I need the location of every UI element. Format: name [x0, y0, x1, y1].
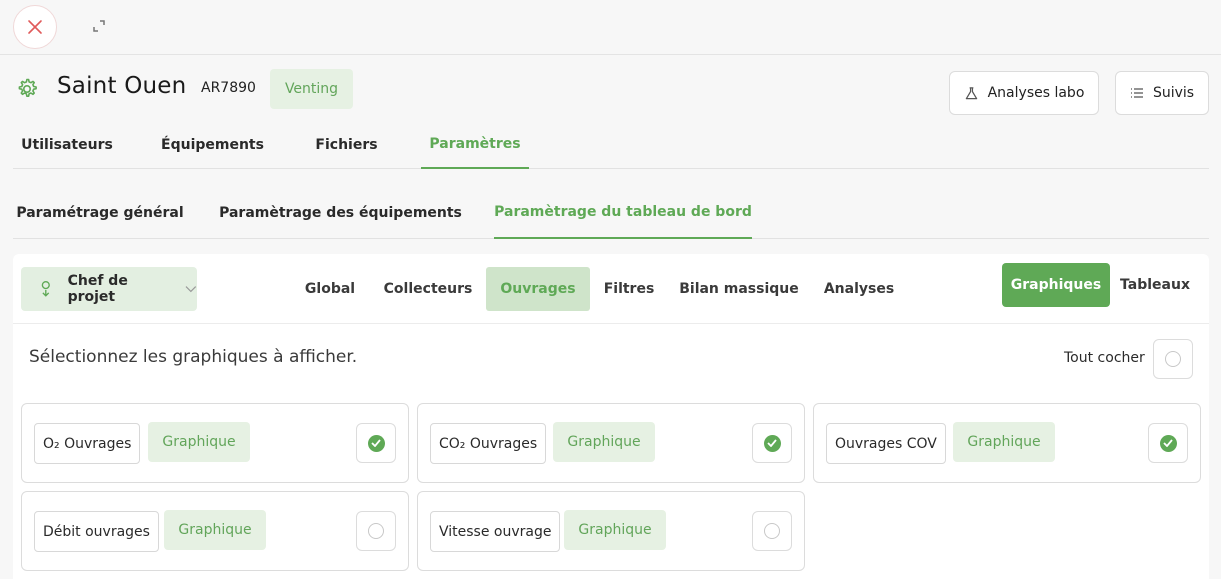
chart-option-checkbox[interactable] — [356, 511, 396, 551]
chart-option-card: O₂ Ouvrages Graphique — [21, 403, 409, 483]
chart-option-card: Débit ouvrages Graphique — [21, 491, 409, 571]
subtab-collecteurs[interactable]: Collecteurs — [376, 267, 480, 311]
tab-parametres[interactable]: Paramètres — [421, 120, 529, 169]
view-graphiques-button[interactable]: Graphiques — [1002, 263, 1110, 307]
expand-button[interactable] — [88, 15, 110, 37]
subtab-bilan-massique[interactable]: Bilan massique — [675, 267, 803, 311]
suivis-label: Suivis — [1152, 85, 1195, 101]
chart-option-label: O₂ Ouvrages — [34, 423, 141, 464]
chart-option-label: Débit ouvrages — [34, 511, 159, 552]
tab-utilisateurs[interactable]: Utilisateurs — [13, 120, 121, 169]
chart-option-checkbox[interactable] — [356, 423, 396, 463]
subtab-analyses[interactable]: Analyses — [815, 267, 903, 311]
chart-option-label: Vitesse ouvrage — [430, 511, 561, 552]
check-all-label: Tout cocher — [1064, 350, 1145, 366]
chart-type-badge: Graphique — [164, 510, 266, 550]
check-icon — [367, 434, 385, 452]
chart-option-card: CO₂ Ouvrages Graphique — [417, 403, 805, 483]
chart-type-badge: Graphique — [148, 422, 250, 462]
chart-option-label: CO₂ Ouvrages — [430, 423, 547, 464]
top-bar — [0, 0, 1221, 55]
close-button[interactable] — [13, 5, 57, 49]
chevron-down-icon — [185, 286, 197, 293]
unchecked-circle — [1165, 351, 1181, 367]
dashboard-settings-panel: Chef de projet Global Collecteurs Ouvrag… — [13, 254, 1209, 579]
analyses-labo-label: Analyses labo — [987, 85, 1085, 101]
tab-parametrage-tableau-de-bord[interactable]: Paramètrage du tableau de bord — [494, 186, 752, 239]
tab-equipements[interactable]: Équipements — [151, 120, 274, 169]
close-icon — [28, 20, 42, 34]
tab-parametrage-equipements[interactable]: Paramètrage des équipements — [219, 186, 462, 239]
list-icon — [1130, 88, 1143, 98]
unchecked-circle — [764, 523, 780, 539]
chart-option-checkbox[interactable] — [752, 423, 792, 463]
chart-option-card: Vitesse ouvrage Graphique — [417, 491, 805, 571]
user-icon — [41, 281, 50, 297]
check-icon — [763, 434, 781, 452]
subtab-global[interactable]: Global — [291, 267, 369, 311]
subtab-ouvrages[interactable]: Ouvrages — [486, 267, 590, 311]
toolbar: Chef de projet Global Collecteurs Ouvrag… — [13, 254, 1209, 324]
suivis-button[interactable]: Suivis — [1115, 71, 1209, 115]
expand-icon — [93, 20, 105, 32]
status-badge: Venting — [270, 69, 353, 109]
subtab-filtres[interactable]: Filtres — [595, 267, 663, 311]
gear-icon[interactable] — [15, 77, 39, 101]
chart-type-badge: Graphique — [553, 422, 655, 462]
settings-tabs: Paramétrage général Paramètrage des équi… — [13, 186, 1209, 239]
check-all-checkbox[interactable] — [1153, 339, 1193, 379]
site-code: AR7890 — [201, 80, 256, 96]
view-tableaux-button[interactable]: Tableaux — [1113, 263, 1197, 307]
chart-option-checkbox[interactable] — [1148, 423, 1188, 463]
analyses-labo-button[interactable]: Analyses labo — [949, 71, 1099, 115]
flask-icon — [965, 86, 977, 99]
page-title: Saint Ouen — [57, 73, 187, 99]
chart-type-badge: Graphique — [953, 422, 1055, 462]
chart-type-badge: Graphique — [564, 510, 666, 550]
selection-prompt: Sélectionnez les graphiques à afficher. — [29, 347, 358, 367]
chart-option-card: Ouvrages COV Graphique — [813, 403, 1201, 483]
tab-fichiers[interactable]: Fichiers — [303, 120, 390, 169]
unchecked-circle — [368, 523, 384, 539]
check-icon — [1159, 434, 1177, 452]
tab-parametrage-general[interactable]: Paramétrage général — [13, 186, 187, 239]
main-tabs: Utilisateurs Équipements Fichiers Paramè… — [13, 120, 1209, 169]
chart-option-label: Ouvrages COV — [826, 423, 946, 464]
role-select[interactable]: Chef de projet — [21, 267, 197, 311]
chart-option-checkbox[interactable] — [752, 511, 792, 551]
role-label: Chef de projet — [67, 273, 128, 305]
